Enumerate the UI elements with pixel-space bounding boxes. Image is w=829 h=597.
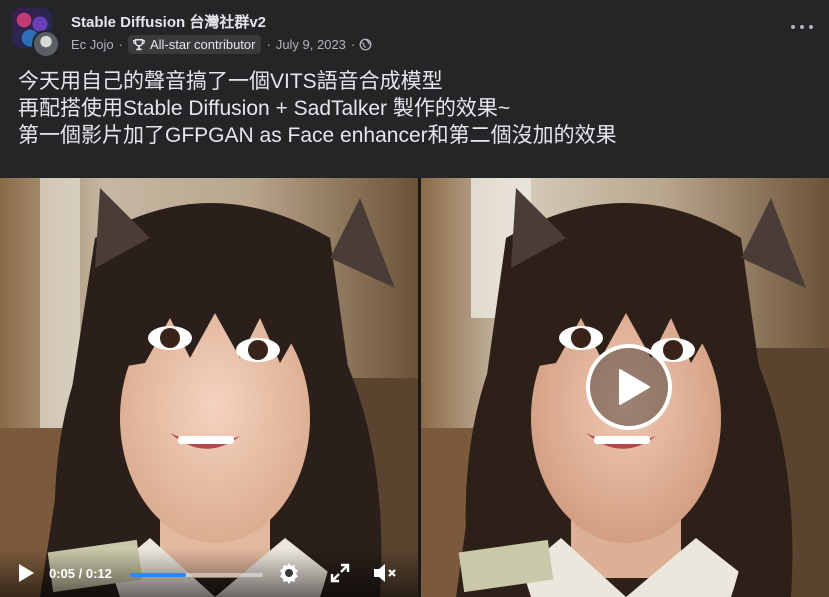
- post-meta: Ec Jojo · All-star contributor · July 9,…: [71, 35, 372, 54]
- post-text-line: 第一個影片加了GFPGAN as Face enhancer和第二個沒加的效果: [18, 124, 617, 147]
- dot: [800, 25, 804, 29]
- progress-fill: [130, 573, 186, 577]
- media-grid: 0:05 / 0:12: [0, 178, 829, 597]
- author-avatar[interactable]: [32, 30, 60, 58]
- progress-bar[interactable]: [130, 573, 263, 577]
- video-player-2[interactable]: [421, 178, 829, 597]
- post-text-line: 今天用自己的聲音搞了一個VITS語音合成模型: [18, 70, 443, 93]
- author-name-link[interactable]: Ec Jojo: [71, 37, 114, 52]
- separator-dot: ·: [350, 37, 356, 52]
- separator-dot: ·: [266, 37, 271, 52]
- separator-dot: ·: [118, 37, 123, 52]
- dot: [791, 25, 795, 29]
- globe-icon[interactable]: [359, 38, 372, 51]
- group-name-link[interactable]: Stable Diffusion 台灣社群v2: [71, 11, 266, 32]
- post-text-line: 再配搭使用Stable Diffusion + SadTalker 製作的效果~: [18, 97, 511, 120]
- trophy-icon: [133, 38, 145, 50]
- video-controls: 0:05 / 0:12: [0, 549, 418, 597]
- play-button[interactable]: [586, 344, 672, 430]
- all-star-badge[interactable]: All-star contributor: [127, 35, 262, 54]
- more-options-icon[interactable]: [791, 20, 813, 34]
- post-header: Stable Diffusion 台灣社群v2 Ec Jojo · All-st…: [12, 8, 819, 58]
- post-text: 今天用自己的聲音搞了一個VITS語音合成模型 再配搭使用Stable Diffu…: [18, 68, 617, 149]
- mute-icon[interactable]: [372, 562, 398, 584]
- facebook-post: Stable Diffusion 台灣社群v2 Ec Jojo · All-st…: [0, 0, 829, 597]
- video-frame-1: [0, 178, 418, 597]
- fullscreen-icon[interactable]: [330, 563, 350, 583]
- badge-label: All-star contributor: [149, 37, 256, 52]
- video-time: 0:05 / 0:12: [49, 566, 112, 581]
- post-date-link[interactable]: July 9, 2023: [276, 37, 346, 52]
- play-icon: [619, 369, 650, 405]
- video-player-1[interactable]: 0:05 / 0:12: [0, 178, 418, 597]
- settings-icon[interactable]: [277, 561, 301, 585]
- dot: [809, 25, 813, 29]
- play-icon[interactable]: [17, 563, 35, 583]
